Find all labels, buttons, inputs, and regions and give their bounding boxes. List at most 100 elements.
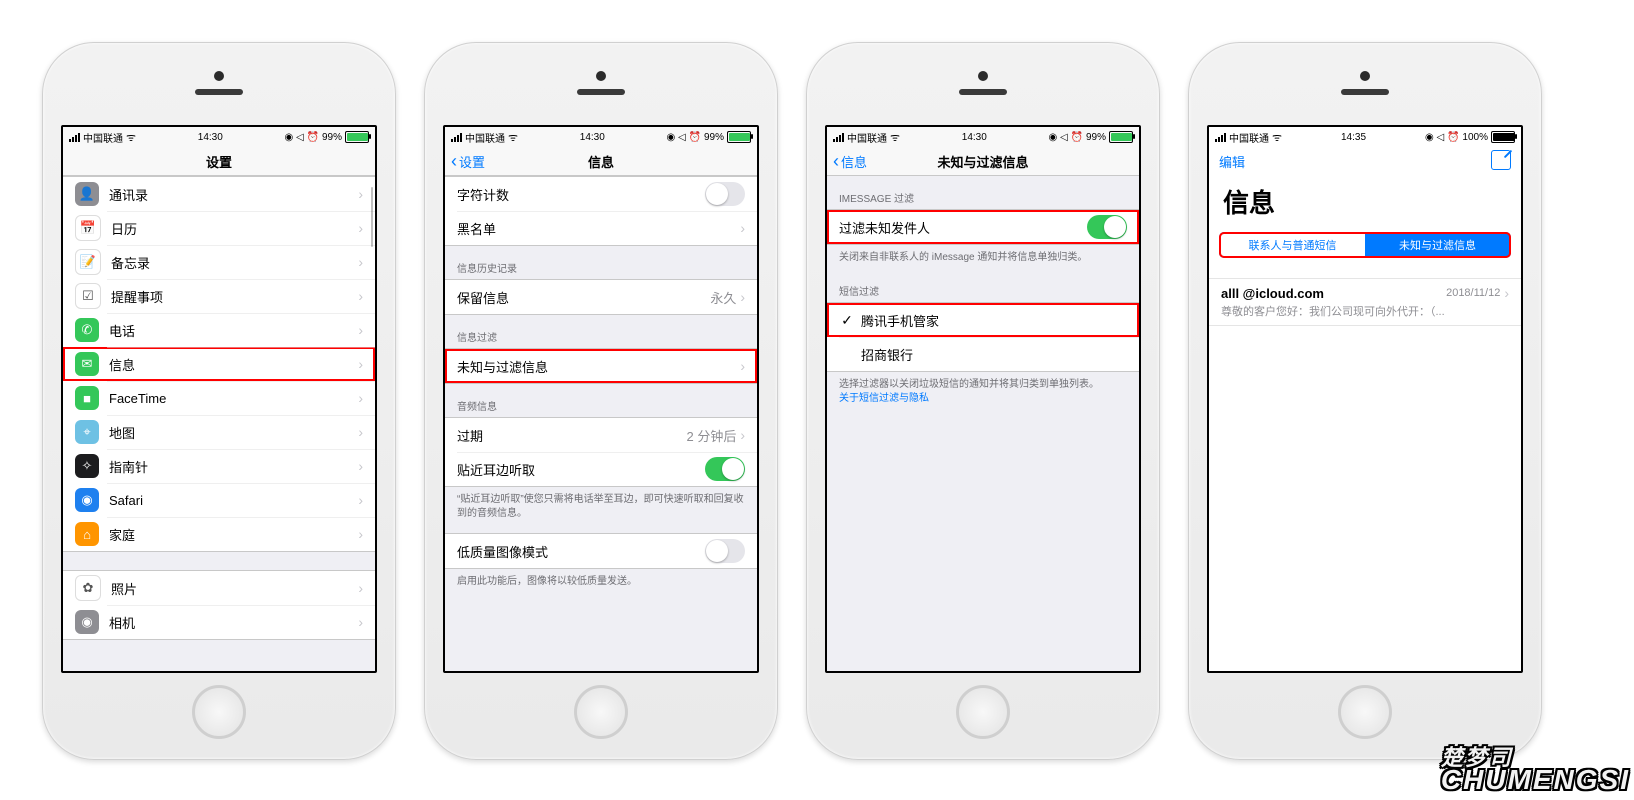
settings-row[interactable]: ☑︎ 提醒事项›: [63, 279, 375, 313]
message-row[interactable]: all​l @icloud.com 2018/11/12 › 尊敬的客户您好：我…: [1209, 278, 1521, 326]
segment-unknown[interactable]: 未知与过滤信息: [1365, 233, 1510, 257]
segment-control[interactable]: 联系人与普通短信 未知与过滤信息: [1219, 232, 1511, 258]
settings-row[interactable]: 低质量图像模式: [445, 534, 757, 568]
nav-title: 信息: [588, 152, 614, 171]
row-label: 地图: [109, 423, 358, 442]
phone-messages-settings: 中国联通ᯤ 14:30 ◉ ◁ ⏰99% ‹设置 信息 字符计数黑名单› 信息历…: [424, 42, 778, 760]
settings-row[interactable]: ✓腾讯手机管家: [827, 303, 1139, 337]
row-value: 2 分钟后: [686, 426, 736, 445]
toggle-switch[interactable]: [705, 539, 745, 563]
row-label: 黑名单: [457, 219, 740, 238]
section-footer: “贴近耳边听取”使您只需将电话举至耳边，即可快速听取和回复收到的音频信息。: [445, 487, 757, 525]
row-label: 信息: [109, 355, 358, 374]
status-bar: 中国联通ᯤ 14:30 ◉ ◁ ⏰99%: [63, 127, 375, 147]
phone-settings: 中国联通ᯤ 14:30 ◉ ◁ ⏰99% 设置 👤通讯录›📅日历›📝备忘录›☑︎…: [42, 42, 396, 760]
row-label: 通讯录: [109, 185, 358, 204]
section-header: 信息过滤: [445, 315, 757, 348]
toggle-switch[interactable]: [705, 182, 745, 206]
settings-row[interactable]: ⌖地图›: [63, 415, 375, 449]
chevron-right-icon: ›: [358, 288, 363, 304]
chevron-right-icon: ›: [358, 614, 363, 630]
chevron-right-icon: ›: [358, 458, 363, 474]
checkmark-icon: ✓: [839, 312, 855, 329]
section-footer: 选择过滤器以关闭垃圾短信的通知并将其归类到单独列表。关于短信过滤与隐私: [827, 372, 1139, 410]
watermark: 楚梦司 CHUMENGSI: [1441, 751, 1630, 796]
toggle-switch[interactable]: [1087, 215, 1127, 239]
settings-row[interactable]: ✆电话›: [63, 313, 375, 347]
row-label: 未知与过滤信息: [457, 357, 740, 376]
settings-row[interactable]: ✉︎信息›: [63, 347, 375, 381]
chevron-right-icon: ›: [358, 220, 363, 236]
row-label: 低质量图像模式: [457, 542, 705, 561]
settings-row[interactable]: 👤 通讯录›: [63, 177, 375, 211]
settings-row[interactable]: ■FaceTime›: [63, 381, 375, 415]
row-label: 电话: [109, 321, 358, 340]
nav-title: 未知与过滤信息: [937, 152, 1028, 171]
row-label: 提醒事项: [111, 287, 358, 306]
section-footer: 启用此功能后，图像将以较低质量发送。: [445, 569, 757, 593]
chevron-right-icon: ›: [358, 390, 363, 406]
app-icon: ✧: [75, 454, 99, 478]
status-bar: 中国联通ᯤ 14:30 ◉ ◁ ⏰99%: [445, 127, 757, 147]
scroll-indicator: [371, 187, 373, 247]
row-label: 字符计数: [457, 185, 705, 204]
message-preview: 尊敬的客户您好：我们公司现可向外代开：（...: [1221, 303, 1509, 319]
row-label: 贴近耳边听取: [457, 460, 705, 479]
segment-contacts[interactable]: 联系人与普通短信: [1220, 233, 1365, 257]
settings-row[interactable]: 未知与过滤信息›: [445, 349, 757, 383]
chevron-right-icon: ›: [740, 289, 745, 305]
settings-row[interactable]: 保留信息永久›: [445, 280, 757, 314]
chevron-right-icon: ›: [358, 186, 363, 202]
back-button[interactable]: ‹设置: [451, 152, 485, 171]
edit-button[interactable]: 编辑: [1219, 152, 1245, 171]
chevron-right-icon: ›: [740, 358, 745, 374]
settings-row[interactable]: 字符计数: [445, 177, 757, 211]
back-button[interactable]: ‹信息: [833, 152, 867, 171]
app-icon: ⌂: [75, 522, 99, 546]
settings-row[interactable]: 📅日历›: [63, 211, 375, 245]
app-icon: 📝: [75, 249, 101, 275]
settings-row[interactable]: ✧ 指南针›: [63, 449, 375, 483]
message-date: 2018/11/12: [1446, 287, 1500, 299]
status-bar: 中国联通ᯤ 14:35 ◉ ◁ ⏰100%: [1209, 127, 1521, 147]
phone-messages-app: 中国联通ᯤ 14:35 ◉ ◁ ⏰100% 编辑 信息 联系人与普通短信 未知与…: [1188, 42, 1542, 760]
section-header: 短信过滤: [827, 269, 1139, 302]
settings-row[interactable]: 贴近耳边听取: [445, 452, 757, 486]
row-label: 备忘录: [111, 253, 358, 272]
toggle-switch[interactable]: [705, 457, 745, 481]
privacy-link[interactable]: 关于短信过滤与隐私: [839, 393, 929, 404]
chevron-right-icon: ›: [358, 580, 363, 596]
app-icon: ✉︎: [75, 352, 99, 376]
chevron-right-icon: ›: [740, 427, 745, 443]
chevron-right-icon: ›: [358, 254, 363, 270]
settings-row[interactable]: 过期2 分钟后›: [445, 418, 757, 452]
app-icon: 👤: [75, 182, 99, 206]
row-label: 相机: [109, 613, 358, 632]
chevron-right-icon: ›: [358, 526, 363, 542]
chevron-left-icon: ‹: [451, 152, 457, 170]
app-icon: ☑︎: [75, 283, 101, 309]
row-label: 家庭: [109, 525, 358, 544]
compose-button[interactable]: [1491, 150, 1511, 173]
app-icon: 📅: [75, 215, 101, 241]
compose-icon: [1491, 150, 1511, 170]
settings-row[interactable]: ◉ 相机›: [63, 605, 375, 639]
section-header: 音频信息: [445, 384, 757, 417]
settings-row[interactable]: ⌂ 家庭›: [63, 517, 375, 551]
row-label: 指南针: [109, 457, 358, 476]
settings-row[interactable]: ◉Safari›: [63, 483, 375, 517]
settings-row[interactable]: 过滤未知发件人: [827, 210, 1139, 244]
settings-row[interactable]: 黑名单›: [445, 211, 757, 245]
settings-row[interactable]: ✿ 照片›: [63, 571, 375, 605]
nav-bar: 编辑: [1209, 147, 1521, 175]
row-label: 过滤未知发件人: [839, 218, 1087, 237]
chevron-right-icon: ›: [740, 220, 745, 236]
chevron-right-icon: ›: [1504, 285, 1509, 301]
app-icon: ✿: [75, 575, 101, 601]
settings-row[interactable]: 📝 备忘录›: [63, 245, 375, 279]
nav-bar: ‹信息 未知与过滤信息: [827, 147, 1139, 176]
nav-bar: 设置: [63, 147, 375, 176]
app-icon: ◉: [75, 610, 99, 634]
settings-row[interactable]: 招商银行: [827, 337, 1139, 371]
row-label: 照片: [111, 579, 358, 598]
